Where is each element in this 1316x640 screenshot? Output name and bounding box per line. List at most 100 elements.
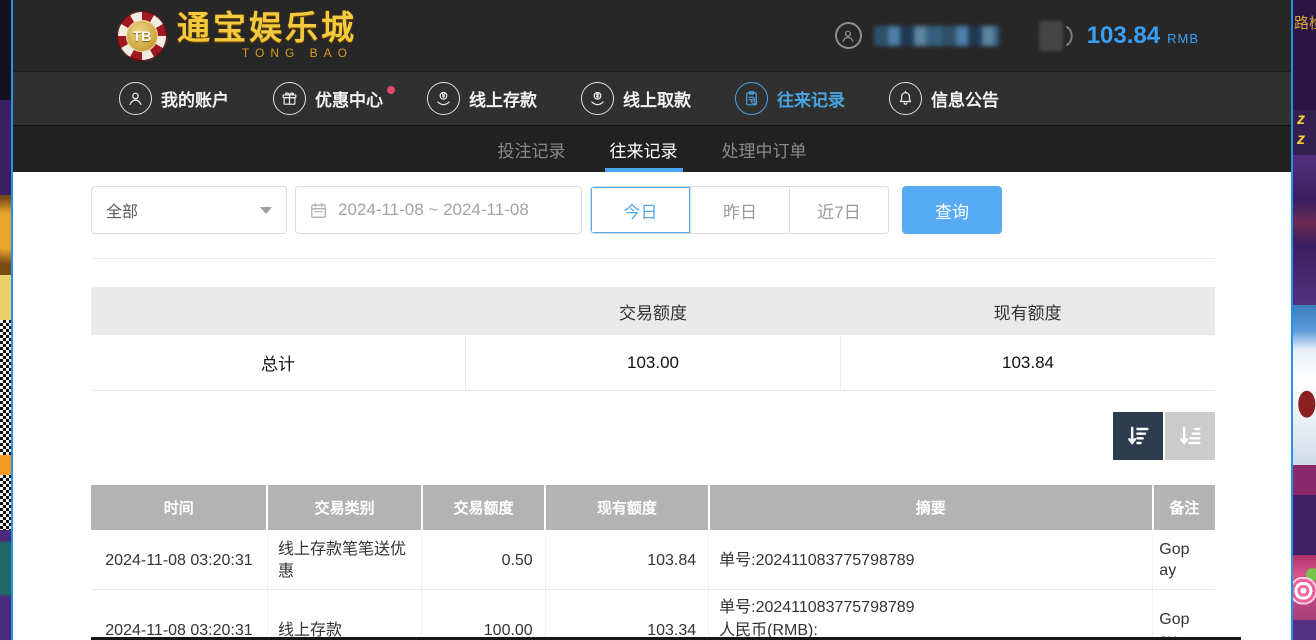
nav-label: 线上取款	[623, 86, 691, 111]
search-button[interactable]: 查询	[902, 186, 1002, 234]
yesterday-button[interactable]: 昨日	[690, 187, 789, 233]
app-panel: TB 通宝娱乐城 TONG BAO 1	[13, 0, 1291, 640]
record-subtabs: 投注记录 往来记录 处理中订单	[13, 125, 1291, 172]
cell-balance: 103.84	[545, 531, 708, 590]
user-account-area: 103.84 RMB	[835, 21, 1199, 51]
underlying-page-left-strip	[0, 0, 11, 640]
cell-type: 线上存款笔笔送优惠	[267, 531, 421, 590]
avatar-icon[interactable]	[835, 22, 862, 49]
bg-segment	[0, 195, 11, 275]
cell-amount: 100.00	[422, 590, 545, 640]
wallet-balance: 103.84 RMB	[1087, 22, 1199, 50]
date-range-value: 2024-11-08 ~ 2024-11-08	[338, 200, 529, 220]
refresh-balance-button-censored[interactable]	[1039, 21, 1063, 51]
cell-balance: 103.34	[545, 590, 708, 640]
svg-text:$: $	[596, 94, 599, 100]
tab-betting-records[interactable]: 投注记录	[493, 126, 571, 172]
screen: TB 通宝娱乐城 TONG BAO 1	[0, 0, 1316, 640]
sort-ascending-button[interactable]	[1165, 412, 1215, 460]
col-time: 时间	[91, 485, 267, 531]
tab-processing-orders[interactable]: 处理中订单	[717, 126, 812, 172]
records-content: 全部 2024-11-08 ~ 2024-11-08 今日 昨日 近7日	[13, 172, 1291, 640]
nav-label: 线上存款	[469, 86, 537, 111]
username-censored[interactable]	[874, 26, 999, 46]
nav-label: 我的账户	[161, 86, 229, 111]
logo-text: 通宝娱乐城 TONG BAO	[177, 11, 357, 60]
notification-dot	[387, 86, 395, 94]
nav-label: 优惠中心	[315, 86, 383, 111]
shark-game-thumbnail	[1293, 305, 1316, 465]
summary-col-spacer	[91, 287, 466, 335]
filter-row: 全部 2024-11-08 ~ 2024-11-08 今日 昨日 近7日	[91, 186, 1215, 234]
summary-table: 交易额度 现有额度 总计 103.00 103.84	[91, 287, 1215, 391]
sort-ascending-icon	[1176, 422, 1204, 450]
bg-segment	[0, 100, 11, 195]
col-remark: 备注	[1153, 485, 1215, 531]
section-divider	[91, 258, 1215, 259]
qr-code-graphic	[0, 475, 11, 530]
summary-col-transaction: 交易额度	[466, 287, 841, 335]
select-value: 全部	[106, 198, 138, 222]
top-header: TB 通宝娱乐城 TONG BAO 1	[13, 0, 1291, 71]
nav-item-promotions[interactable]: 优惠中心	[273, 82, 383, 115]
records-table: 时间 交易类别 交易额度 现有额度 摘要 备注 2024-11-08 03:20…	[91, 485, 1215, 640]
qr-code-graphic	[0, 320, 11, 455]
caret-down-icon	[260, 207, 272, 214]
nav-item-online-withdrawal[interactable]: $ 线上取款	[581, 82, 691, 115]
bg-segment	[1293, 495, 1316, 555]
candy-game-thumbnail	[1293, 555, 1316, 620]
bg-segment	[1293, 465, 1316, 495]
bg-segment	[0, 530, 11, 640]
casino-chip-logo-icon: TB	[117, 11, 167, 61]
summary-balance-total: 103.84	[840, 335, 1215, 390]
quick-range-group: 今日 昨日 近7日	[590, 186, 889, 234]
nav-item-transaction-records[interactable]: 往来记录	[735, 82, 845, 115]
underlying-page-right-strip: 路检 zz	[1293, 0, 1316, 640]
nav-item-announcements[interactable]: 信息公告	[889, 82, 999, 115]
cell-time: 2024-11-08 03:20:31	[91, 590, 267, 640]
table-row: 2024-11-08 03:20:31 线上存款笔笔送优惠 0.50 103.8…	[91, 531, 1215, 590]
bg-segment	[0, 275, 11, 320]
bg-segment	[1293, 620, 1316, 640]
balance-amount: 103.84	[1087, 22, 1160, 50]
summary-transaction-total: 103.00	[465, 335, 840, 390]
table-row: 2024-11-08 03:20:31 线上存款 100.00 103.34 单…	[91, 590, 1215, 640]
nav-label: 信息公告	[931, 86, 999, 111]
nav-item-my-account[interactable]: 我的账户	[119, 82, 229, 115]
sort-descending-button[interactable]	[1113, 412, 1163, 460]
records-icon	[735, 82, 768, 115]
withdraw-icon: $	[581, 82, 614, 115]
cell-summary: 单号:202411083775798789	[709, 531, 1153, 590]
bg-segment	[1293, 155, 1316, 305]
cell-summary: 单号:202411083775798789 人民币(RMB): 100	[709, 590, 1153, 640]
today-button[interactable]: 今日	[591, 187, 690, 233]
bg-segment	[0, 455, 11, 475]
main-navigation: 我的账户 优惠中心 ¥	[13, 71, 1291, 125]
summary-total-row: 总计 103.00 103.84	[91, 335, 1215, 391]
balance-currency: RMB	[1167, 31, 1199, 46]
summary-header-row: 交易额度 现有额度	[91, 287, 1215, 335]
date-range-input[interactable]: 2024-11-08 ~ 2024-11-08	[295, 186, 582, 234]
background-clipped-text: 路检	[1293, 0, 1316, 110]
transaction-type-select[interactable]: 全部	[91, 186, 287, 234]
last-7-days-button[interactable]: 近7日	[789, 187, 888, 233]
summary-col-balance: 现有额度	[840, 287, 1215, 335]
account-icon	[119, 82, 152, 115]
summary-total-label: 总计	[91, 335, 465, 390]
records-header-row: 时间 交易类别 交易额度 现有额度 摘要 备注	[91, 485, 1215, 531]
nav-item-online-deposit[interactable]: ¥ 线上存款	[427, 82, 537, 115]
bg-segment	[0, 0, 11, 100]
nav-label: 往来记录	[777, 86, 845, 111]
col-amount: 交易额度	[422, 485, 545, 531]
cell-remark: Gopay	[1153, 531, 1215, 590]
viewport-edge-line	[1291, 0, 1293, 640]
background-gold-art: zz	[1293, 110, 1316, 155]
calendar-icon	[309, 201, 328, 220]
col-type: 交易类别	[267, 485, 421, 531]
cell-remark: Gopay	[1153, 590, 1215, 640]
site-logo[interactable]: TB 通宝娱乐城 TONG BAO	[117, 11, 357, 61]
col-balance: 现有额度	[545, 485, 708, 531]
tab-transaction-records[interactable]: 往来记录	[605, 126, 683, 172]
sort-controls	[91, 412, 1215, 460]
gift-icon	[273, 82, 306, 115]
